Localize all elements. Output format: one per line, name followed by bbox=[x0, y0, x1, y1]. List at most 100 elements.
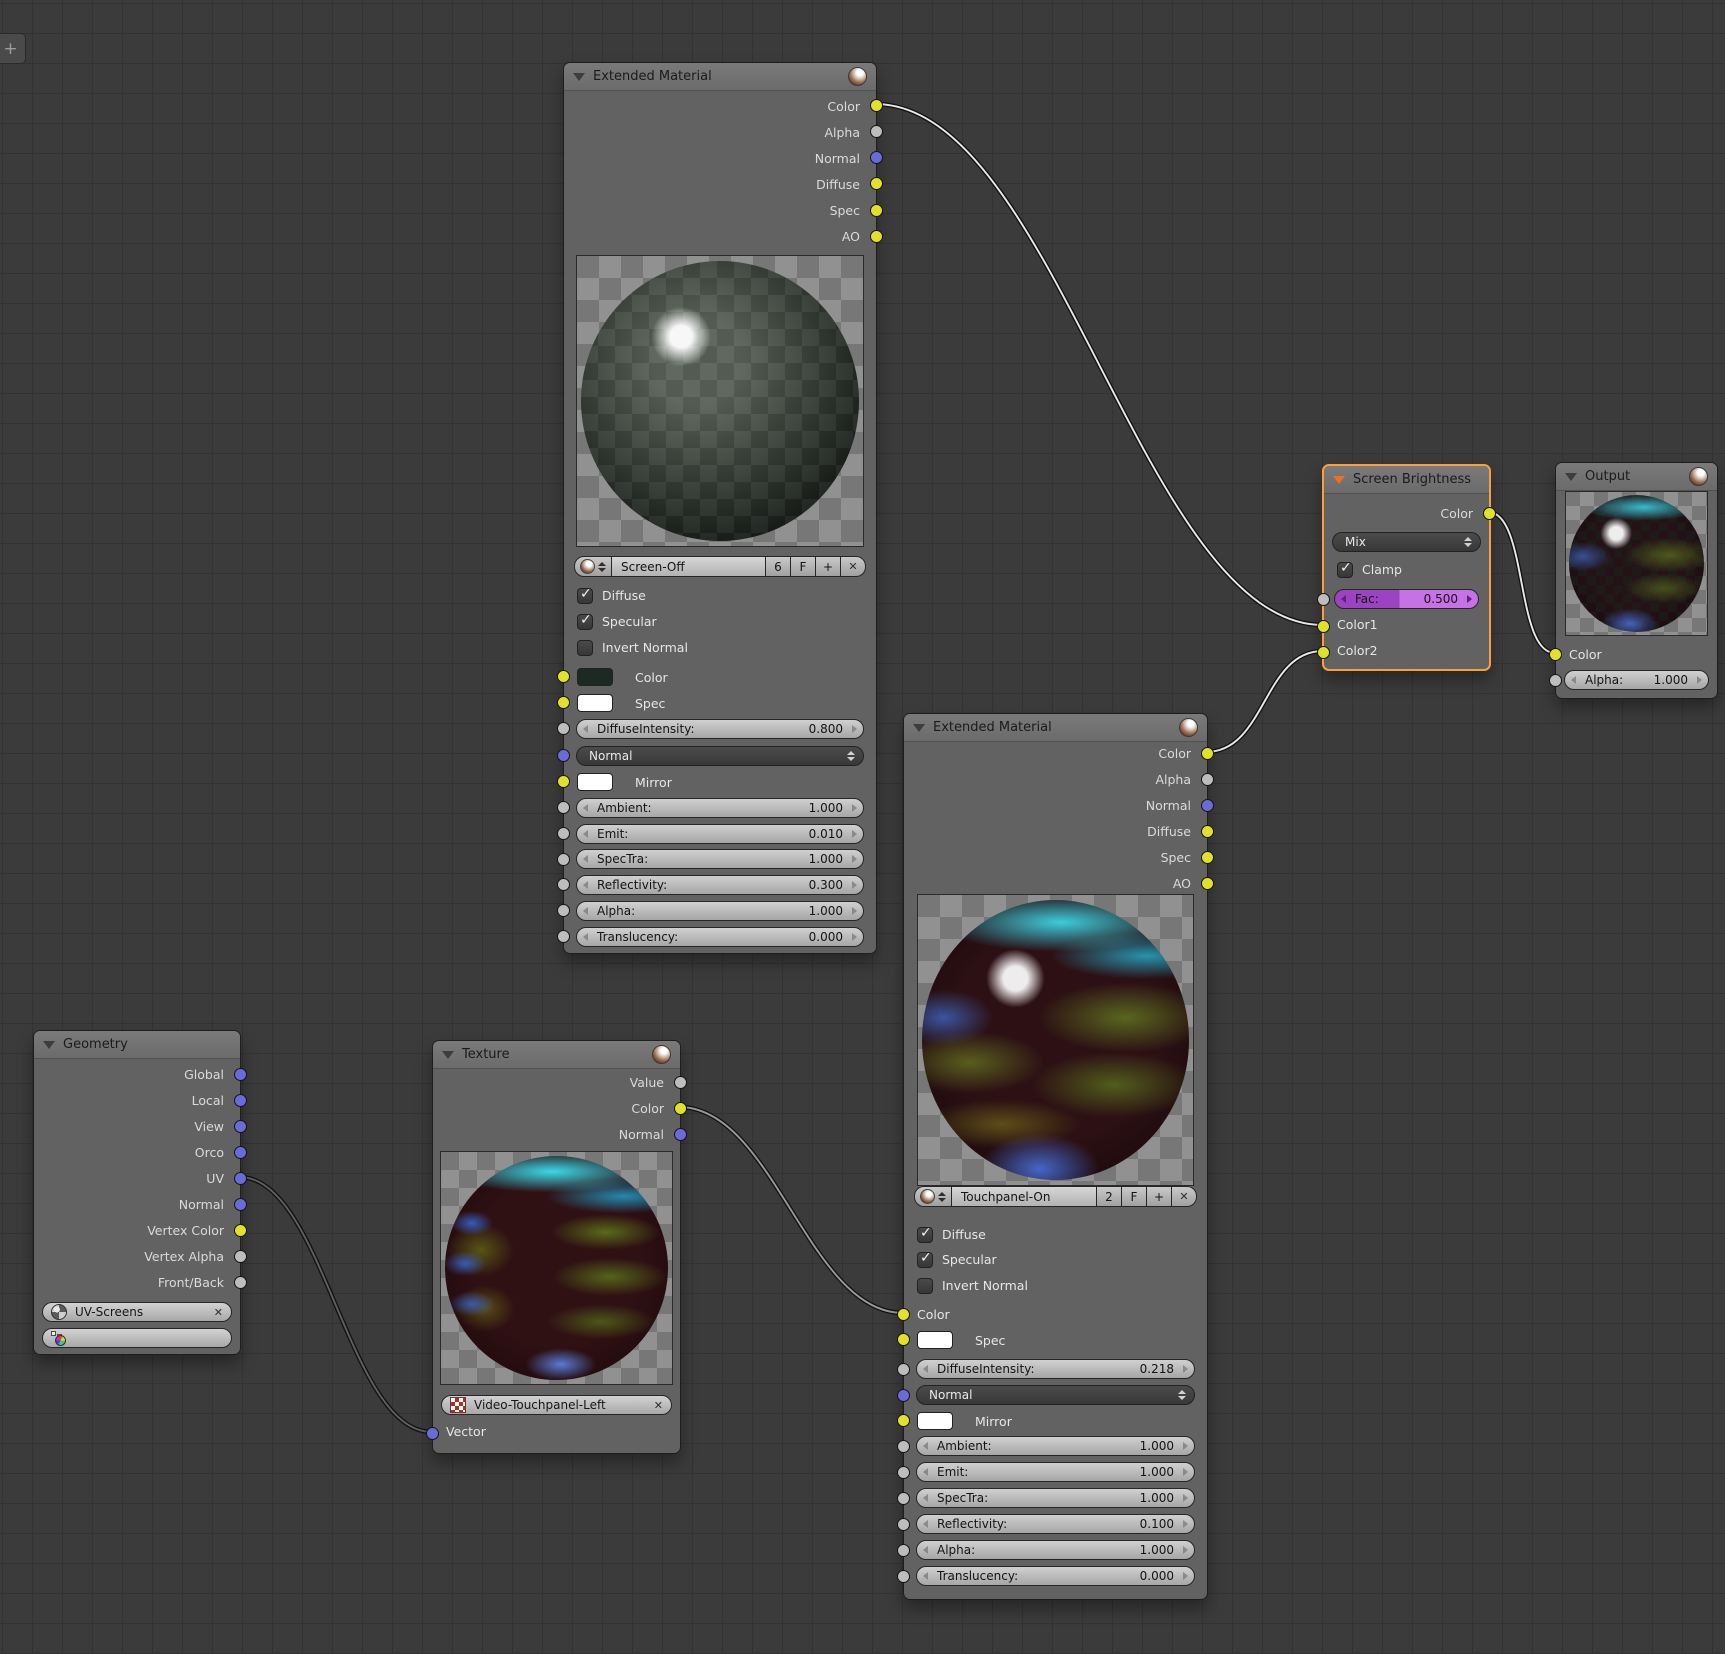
slider-increase-icon[interactable] bbox=[1183, 1572, 1188, 1580]
socket-diffuse-output[interactable] bbox=[870, 177, 883, 190]
material-add-button[interactable]: + bbox=[1147, 1186, 1172, 1207]
socket-uv-output[interactable] bbox=[234, 1172, 247, 1185]
slider-increase-icon[interactable] bbox=[852, 830, 857, 838]
socket-normal-input[interactable] bbox=[557, 749, 570, 762]
collapse-triangle-icon[interactable] bbox=[1565, 473, 1577, 481]
material-name-field[interactable]: Screen-Off bbox=[612, 556, 766, 577]
material-stepper[interactable] bbox=[938, 1192, 946, 1202]
socket-fac-input[interactable] bbox=[1317, 593, 1330, 606]
checkbox-box[interactable] bbox=[917, 1278, 933, 1294]
socket-orco-output[interactable] bbox=[234, 1146, 247, 1159]
slider-increase-icon[interactable] bbox=[852, 933, 857, 941]
mirror-swatch[interactable] bbox=[917, 1412, 953, 1430]
slider-decrease-icon[interactable] bbox=[923, 1546, 928, 1554]
socket-diffuse-output[interactable] bbox=[1201, 825, 1214, 838]
material-fake-user-button[interactable]: F bbox=[791, 556, 816, 577]
node-extended-material-touchpanel-on[interactable]: Extended Material Color Alpha Normal Dif… bbox=[903, 713, 1208, 1600]
socket-translucency-input[interactable] bbox=[557, 930, 570, 943]
socket-color-output[interactable] bbox=[1201, 747, 1214, 760]
socket-spectra-input[interactable] bbox=[557, 853, 570, 866]
slider-decrease-icon[interactable] bbox=[923, 1442, 928, 1450]
material-browse-button[interactable] bbox=[914, 1186, 952, 1207]
material-users-button[interactable]: 2 bbox=[1097, 1186, 1122, 1207]
slider-decrease-icon[interactable] bbox=[923, 1520, 928, 1528]
expand-panel-button[interactable]: + bbox=[0, 33, 26, 64]
socket-reflectivity-input[interactable] bbox=[557, 878, 570, 891]
socket-diffuse-intensity-input[interactable] bbox=[557, 722, 570, 735]
slider-increase-icon[interactable] bbox=[1183, 1494, 1188, 1502]
spectra-slider[interactable]: SpecTra: 1.000 bbox=[576, 849, 864, 869]
material-preview-sphere-icon[interactable] bbox=[1179, 718, 1198, 737]
material-preview-sphere-icon[interactable] bbox=[1689, 467, 1708, 486]
checkbox-box[interactable] bbox=[577, 614, 593, 630]
node-header[interactable]: Extended Material bbox=[904, 714, 1207, 742]
socket-alpha-input[interactable] bbox=[557, 904, 570, 917]
node-screen-brightness-mix[interactable]: Screen Brightness Color Mix Clamp Fac: 0… bbox=[1322, 464, 1491, 671]
slider-increase-icon[interactable] bbox=[1183, 1546, 1188, 1554]
mirror-swatch[interactable] bbox=[577, 773, 613, 791]
slider-decrease-icon[interactable] bbox=[1571, 676, 1576, 684]
slider-decrease-icon[interactable] bbox=[923, 1468, 928, 1476]
socket-vector-input[interactable] bbox=[426, 1427, 439, 1440]
texture-datablock-field[interactable]: Video-Touchpanel-Left ✕ bbox=[441, 1395, 672, 1415]
checkbox-invert-normal[interactable]: Invert Normal bbox=[577, 639, 688, 656]
uv-layer-field[interactable]: UV-Screens ✕ bbox=[42, 1302, 232, 1322]
socket-color-input[interactable] bbox=[897, 1308, 910, 1321]
color-swatch[interactable] bbox=[577, 668, 613, 686]
material-add-button[interactable]: + bbox=[816, 556, 841, 577]
ambient-slider[interactable]: Ambient: 1.000 bbox=[916, 1436, 1195, 1456]
slider-decrease-icon[interactable] bbox=[923, 1365, 928, 1373]
alpha-slider[interactable]: Alpha: 1.000 bbox=[1564, 670, 1709, 690]
normal-source-dropdown[interactable]: Normal bbox=[576, 746, 864, 766]
node-geometry[interactable]: Geometry Global Local View Orco UV Norma… bbox=[33, 1030, 241, 1355]
node-editor-canvas[interactable]: + Extended Material Color Alpha Normal D… bbox=[0, 0, 1725, 1654]
socket-diffuse-intensity-input[interactable] bbox=[897, 1363, 910, 1376]
socket-color-output[interactable] bbox=[870, 99, 883, 112]
collapse-triangle-icon[interactable] bbox=[442, 1051, 454, 1059]
emit-slider[interactable]: Emit: 0.010 bbox=[576, 824, 864, 844]
slider-decrease-icon[interactable] bbox=[583, 907, 588, 915]
checkbox-specular[interactable]: Specular bbox=[917, 1251, 997, 1268]
reflectivity-slider[interactable]: Reflectivity: 0.100 bbox=[916, 1514, 1195, 1534]
socket-mirror-input[interactable] bbox=[557, 775, 570, 788]
collapse-triangle-icon[interactable] bbox=[43, 1041, 55, 1049]
blend-mode-dropdown[interactable]: Mix bbox=[1332, 532, 1481, 552]
slider-decrease-icon[interactable] bbox=[923, 1494, 928, 1502]
alpha-slider[interactable]: Alpha: 1.000 bbox=[916, 1540, 1195, 1560]
node-header[interactable]: Extended Material bbox=[564, 63, 876, 91]
checkbox-specular[interactable]: Specular bbox=[577, 613, 657, 630]
socket-color1-input[interactable] bbox=[1317, 620, 1330, 633]
socket-view-output[interactable] bbox=[234, 1120, 247, 1133]
material-name-field[interactable]: Touchpanel-On bbox=[952, 1186, 1097, 1207]
translucency-slider[interactable]: Translucency: 0.000 bbox=[916, 1566, 1195, 1586]
slider-increase-icon[interactable] bbox=[1183, 1365, 1188, 1373]
socket-emit-input[interactable] bbox=[557, 827, 570, 840]
checkbox-box[interactable] bbox=[917, 1252, 933, 1268]
slider-decrease-icon[interactable] bbox=[583, 830, 588, 838]
clear-texture-icon[interactable]: ✕ bbox=[654, 1399, 663, 1412]
checkbox-box[interactable] bbox=[577, 640, 593, 656]
checkbox-box[interactable] bbox=[917, 1227, 933, 1243]
socket-ao-output[interactable] bbox=[1201, 877, 1214, 890]
slider-increase-icon[interactable] bbox=[1183, 1520, 1188, 1528]
slider-increase-icon[interactable] bbox=[852, 855, 857, 863]
slider-decrease-icon[interactable] bbox=[1341, 595, 1346, 603]
slider-decrease-icon[interactable] bbox=[923, 1572, 928, 1580]
socket-mirror-input[interactable] bbox=[897, 1414, 910, 1427]
node-extended-material-screen-off[interactable]: Extended Material Color Alpha Normal Dif… bbox=[563, 62, 877, 954]
slider-increase-icon[interactable] bbox=[1697, 676, 1702, 684]
socket-emit-input[interactable] bbox=[897, 1466, 910, 1479]
slider-increase-icon[interactable] bbox=[852, 804, 857, 812]
material-unlink-button[interactable]: ✕ bbox=[841, 556, 866, 577]
socket-ambient-input[interactable] bbox=[557, 801, 570, 814]
node-output[interactable]: Output Color Alpha: 1.000 bbox=[1555, 462, 1718, 699]
node-header[interactable]: Output bbox=[1556, 463, 1717, 491]
collapse-triangle-icon[interactable] bbox=[1333, 476, 1345, 484]
slider-increase-icon[interactable] bbox=[852, 907, 857, 915]
slider-increase-icon[interactable] bbox=[1467, 595, 1472, 603]
slider-increase-icon[interactable] bbox=[1183, 1468, 1188, 1476]
node-header[interactable]: Geometry bbox=[34, 1031, 240, 1059]
alpha-slider[interactable]: Alpha: 1.000 bbox=[576, 901, 864, 921]
collapse-triangle-icon[interactable] bbox=[913, 724, 925, 732]
reflectivity-slider[interactable]: Reflectivity: 0.300 bbox=[576, 875, 864, 895]
